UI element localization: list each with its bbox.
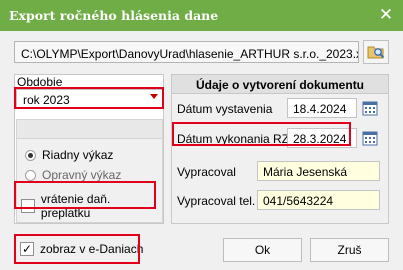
phone-label: Vypracoval tel.	[177, 194, 256, 208]
issue-date-label: Dátum vystavenia	[177, 102, 273, 116]
title-bar: Export ročného hlásenia dane ✕	[0, 0, 403, 31]
ok-button[interactable]: Ok	[223, 238, 302, 262]
dialog-body: C:\OLYMP\Export\DanovyUrad\hlasenie_ARTH…	[0, 31, 403, 270]
folder-search-icon[interactable]	[363, 40, 389, 64]
calendar-icon[interactable]	[361, 99, 379, 117]
report-type-header	[17, 120, 162, 139]
radio-label: Riadny výkaz	[42, 148, 114, 162]
export-path-field[interactable]: C:\OLYMP\Export\DanovyUrad\hlasenie_ARTH…	[14, 41, 359, 63]
radio-selected-icon[interactable]	[25, 149, 36, 161]
radio-unselected-icon[interactable]	[25, 169, 36, 181]
radio-riadny-vykaz[interactable]: Riadny výkaz	[25, 148, 113, 162]
cancel-button[interactable]: Zruš	[310, 238, 389, 262]
radio-opravny-vykaz[interactable]: Opravný výkaz	[25, 168, 121, 182]
radio-label: Opravný výkaz	[42, 168, 122, 182]
document-info-group: Údaje o vytvorení dokumentu Dátum vystav…	[171, 74, 389, 224]
rzd-date-highlight	[172, 122, 351, 146]
calendar-icon[interactable]	[361, 129, 379, 147]
prepared-by-field[interactable]: Mária Jesenská	[257, 161, 380, 181]
refund-highlight	[14, 181, 156, 209]
edanie-highlight	[14, 234, 140, 264]
prepared-by-label: Vypracoval	[177, 165, 236, 179]
document-info-header: Údaje o vytvorení dokumentu	[172, 75, 388, 94]
issue-date-field[interactable]: 18.4.2024	[287, 98, 357, 118]
close-icon[interactable]: ✕	[376, 5, 396, 25]
period-highlight	[14, 87, 164, 109]
phone-field[interactable]: 041/5643224	[257, 190, 380, 210]
window-title: Export ročného hlásenia dane	[9, 8, 219, 23]
